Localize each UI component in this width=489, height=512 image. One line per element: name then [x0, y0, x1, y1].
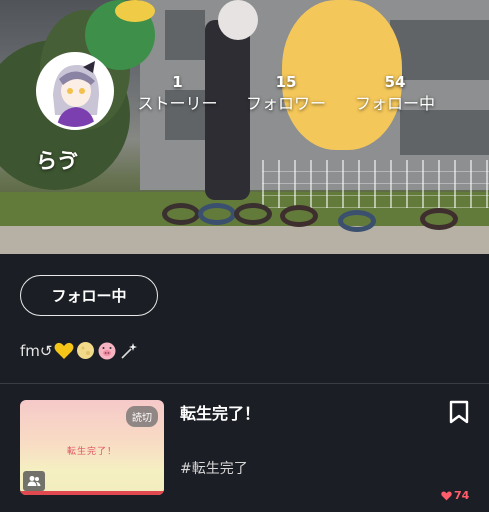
section-divider [0, 383, 489, 384]
people-icon [23, 471, 45, 491]
banner-tire [420, 208, 458, 230]
banner-tire [198, 203, 236, 225]
bookmark-icon[interactable] [448, 400, 470, 424]
like-count-value: 74 [454, 489, 470, 502]
banner-window [400, 110, 489, 155]
stat-stories-count: 1 [172, 73, 183, 91]
heart-icon [441, 491, 452, 500]
stat-following-count: 54 [384, 73, 406, 91]
stat-stories-label: ストーリー [137, 94, 218, 113]
profile-username: らゔ [36, 149, 78, 173]
thumbnail-accent-bar [20, 491, 164, 495]
following-button[interactable]: フォロー中 [20, 275, 158, 316]
story-hashtag[interactable]: #転生完了 [180, 458, 248, 478]
pig-face-icon [98, 342, 116, 360]
story-title[interactable]: 転生完了！ [180, 400, 260, 424]
banner-fence [262, 160, 489, 208]
stat-followers-count: 15 [275, 73, 297, 91]
yellow-heart-icon [54, 342, 74, 359]
story-thumbnail[interactable]: 読切 転生完了！ [20, 400, 164, 495]
banner-tire [162, 203, 200, 225]
stat-followers[interactable]: 15 フォロワー [241, 73, 331, 115]
moon-icon [77, 342, 95, 359]
profile-bio: fm↺ [20, 341, 139, 360]
avatar-illustration [39, 55, 111, 127]
banner-window [165, 10, 205, 60]
stat-following-label: フォロー中 [354, 94, 435, 113]
banner-sticker-yellow [115, 0, 155, 22]
stat-followers-label: フォロワー [245, 94, 326, 113]
banner-tire [280, 205, 318, 227]
stat-stories[interactable]: 1 ストーリー [135, 73, 220, 115]
avatar[interactable] [36, 52, 114, 130]
banner-ground [0, 226, 489, 254]
banner-sticker-face [218, 0, 258, 40]
banner-tire [234, 203, 272, 225]
stat-following[interactable]: 54 フォロー中 [350, 73, 440, 115]
sparkle-wand-icon [121, 343, 138, 359]
bio-text: fm↺ [20, 341, 53, 360]
banner-window [390, 20, 489, 80]
like-count[interactable]: 74 [441, 489, 469, 502]
oneshot-badge: 読切 [126, 406, 158, 427]
thumbnail-title: 転生完了！ [66, 447, 117, 457]
banner-tire [338, 210, 376, 232]
